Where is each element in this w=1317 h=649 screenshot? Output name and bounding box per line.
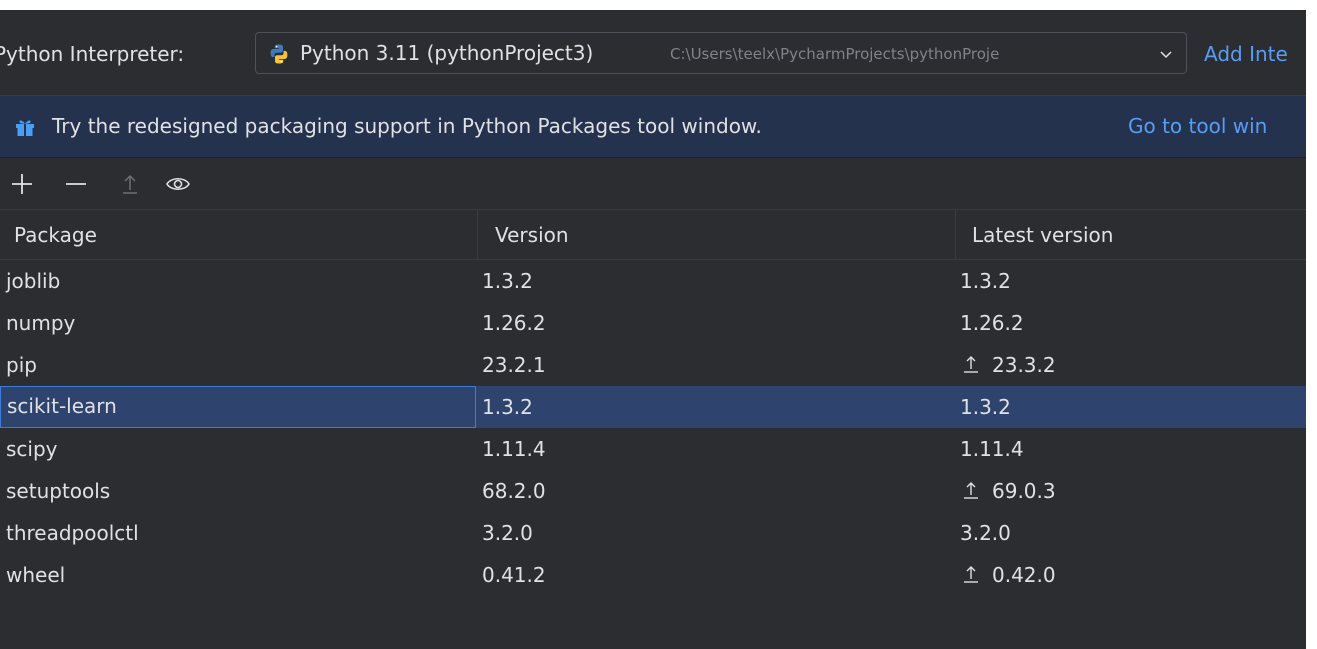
go-to-tool-window-link[interactable]: Go to tool win bbox=[1128, 114, 1267, 138]
package-latest-version: 23.3.2 bbox=[960, 344, 1306, 386]
package-latest-version: 1.3.2 bbox=[960, 269, 1011, 293]
table-body: joblib 1.3.2 1.3.2 numpy 1.26.2 1.26.2 p… bbox=[0, 260, 1306, 596]
eye-icon[interactable] bbox=[164, 170, 192, 198]
package-name: scikit-learn bbox=[0, 386, 476, 428]
table-row[interactable]: wheel 0.41.2 0.42.0 bbox=[0, 554, 1306, 596]
package-latest-version: 1.3.2 bbox=[960, 395, 1011, 419]
package-name: pip bbox=[6, 353, 37, 377]
table-row[interactable]: threadpoolctl 3.2.0 3.2.0 bbox=[0, 512, 1306, 554]
package-version: 1.11.4 bbox=[482, 437, 546, 461]
column-header-package[interactable]: Package bbox=[0, 210, 477, 260]
remove-icon[interactable] bbox=[62, 170, 90, 198]
column-header-version[interactable]: Version bbox=[477, 210, 955, 260]
package-latest-version: 1.11.4 bbox=[960, 437, 1024, 461]
packages-toolbar bbox=[0, 158, 1306, 210]
upgrade-available-icon bbox=[964, 356, 978, 373]
interpreter-label: Python Interpreter: bbox=[0, 42, 185, 66]
gift-icon bbox=[16, 120, 34, 136]
chevron-down-icon[interactable] bbox=[1158, 46, 1174, 62]
package-version: 1.3.2 bbox=[482, 269, 533, 293]
python-icon bbox=[270, 44, 288, 64]
upgrade-available-icon bbox=[964, 566, 978, 583]
banner-message: Try the redesigned packaging support in … bbox=[52, 114, 762, 138]
python-interpreter-settings: Python Interpreter: Python 3.11 (pythonP… bbox=[0, 10, 1306, 649]
table-row[interactable]: setuptools 68.2.0 69.0.3 bbox=[0, 470, 1306, 512]
table-row[interactable]: numpy 1.26.2 1.26.2 bbox=[0, 302, 1306, 344]
package-latest-version: 3.2.0 bbox=[960, 521, 1011, 545]
package-version: 3.2.0 bbox=[482, 521, 533, 545]
table-header: Package Version Latest version bbox=[0, 210, 1306, 260]
package-latest-version: 1.26.2 bbox=[960, 311, 1024, 335]
package-version: 1.26.2 bbox=[482, 311, 546, 335]
package-version: 1.3.2 bbox=[482, 395, 533, 419]
interpreter-path: C:\Users\teelx\PycharmProjects\pythonPro… bbox=[670, 45, 1000, 63]
package-name: threadpoolctl bbox=[6, 521, 139, 545]
table-row[interactable]: pip 23.2.1 23.3.2 bbox=[0, 344, 1306, 386]
add-interpreter-link[interactable]: Add Inte bbox=[1204, 42, 1288, 66]
package-name: joblib bbox=[6, 269, 61, 293]
add-icon[interactable] bbox=[8, 170, 36, 198]
package-latest-version: 0.42.0 bbox=[960, 554, 1306, 596]
interpreter-combobox[interactable]: Python 3.11 (pythonProject3) C:\Users\te… bbox=[255, 32, 1187, 74]
table-row[interactable]: scipy 1.11.4 1.11.4 bbox=[0, 428, 1306, 470]
packages-table: Package Version Latest version joblib 1.… bbox=[0, 210, 1306, 649]
upgrade-available-icon bbox=[964, 482, 978, 499]
package-name: numpy bbox=[6, 311, 76, 335]
interpreter-name: Python 3.11 (pythonProject3) bbox=[300, 41, 594, 65]
package-latest-version: 69.0.3 bbox=[960, 470, 1306, 512]
package-name: scipy bbox=[6, 437, 58, 461]
table-row-selected[interactable]: scikit-learn 1.3.2 1.3.2 bbox=[0, 386, 1306, 428]
package-name: setuptools bbox=[6, 479, 111, 503]
package-version: 68.2.0 bbox=[482, 479, 546, 503]
upgrade-icon[interactable] bbox=[116, 170, 144, 198]
package-version: 0.41.2 bbox=[482, 563, 546, 587]
package-name: wheel bbox=[6, 563, 66, 587]
package-version: 23.2.1 bbox=[482, 353, 546, 377]
interpreter-row: Python Interpreter: Python 3.11 (pythonP… bbox=[0, 10, 1306, 95]
column-header-latest-version[interactable]: Latest version bbox=[955, 210, 1306, 260]
table-row[interactable]: joblib 1.3.2 1.3.2 bbox=[0, 260, 1306, 302]
packaging-banner: Try the redesigned packaging support in … bbox=[0, 95, 1306, 158]
